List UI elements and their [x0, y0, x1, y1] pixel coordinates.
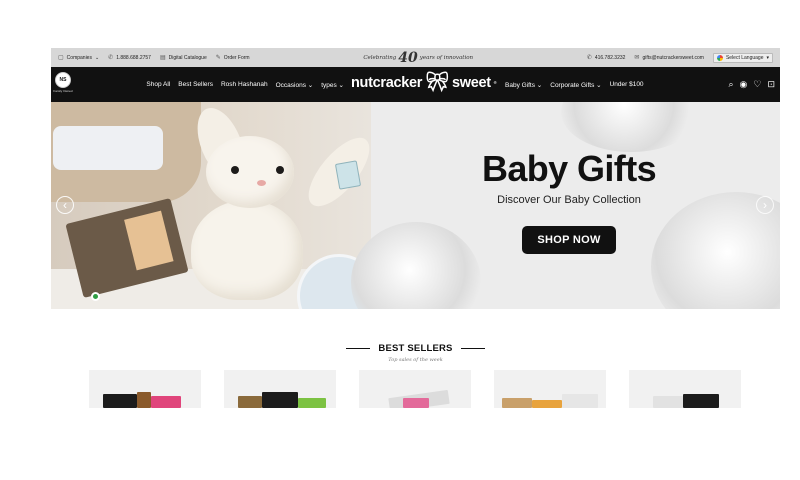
- product-image: [683, 394, 719, 408]
- best-sellers-subtitle: Top sales of the week: [388, 357, 443, 363]
- language-select[interactable]: Select Language ▾: [712, 52, 773, 63]
- companies-menu[interactable]: ▢ Companies ⌄: [58, 54, 100, 62]
- celebrating-text: Celebrating: [363, 54, 397, 61]
- catalogue-icon: ▤: [159, 55, 166, 61]
- email-link[interactable]: ✉ gifts@nutcrackersweet.com: [634, 54, 704, 62]
- bunny-eye-right: [276, 166, 284, 174]
- product-image: [532, 400, 562, 408]
- hero-content: Baby Gifts Discover Our Baby Collection …: [404, 148, 734, 254]
- logo-word-left: nutcracker: [351, 74, 423, 91]
- family-owned-badge[interactable]: NS: [55, 72, 71, 88]
- product-image: [262, 392, 298, 408]
- product-image: [137, 392, 151, 408]
- nav-icons: ⌕ ◉ ♡ ⊡: [728, 79, 775, 90]
- nav-left-menu: Shop All Best Sellers Rosh Hashanah Occa…: [146, 81, 344, 89]
- language-label: Select Language: [725, 54, 764, 61]
- product-image: [403, 398, 429, 408]
- divider: [460, 348, 485, 349]
- account-icon[interactable]: ◉: [740, 79, 748, 90]
- chevron-left-icon: ‹: [63, 198, 67, 212]
- bunny-ear-right: [298, 128, 371, 216]
- hero-banner[interactable]: Baby Gifts Discover Our Baby Collection …: [51, 102, 780, 309]
- nav-item-baby-gifts[interactable]: Baby Gifts ⌄: [505, 81, 542, 89]
- phone-number: 1.888.688.2757: [116, 54, 151, 61]
- cart-icon[interactable]: ⊡: [767, 79, 775, 90]
- best-sellers-title: BEST SELLERS: [378, 343, 453, 354]
- nav-item-shop-all[interactable]: Shop All: [146, 81, 170, 89]
- utility-bar: ▢ Companies ⌄ ✆ 1.888.688.2757 ▤ Digital Cat…: [51, 48, 780, 67]
- divider: [346, 348, 371, 349]
- nav-item-best-sellers[interactable]: Best Sellers: [178, 81, 213, 89]
- product-image: [151, 396, 181, 408]
- logo-word-right: sweet: [451, 74, 491, 91]
- building-icon: ▢: [58, 55, 64, 61]
- product-image: [562, 394, 598, 408]
- phone-icon: ✆: [586, 55, 592, 61]
- product-image: [103, 394, 137, 408]
- hero-subtitle: Discover Our Baby Collection: [497, 194, 641, 206]
- phone-right-number: 416.782.3232: [594, 54, 626, 61]
- nav-item-under-100[interactable]: Under $100: [610, 81, 644, 89]
- blanket-shape: [53, 126, 163, 170]
- phone-link[interactable]: ✆ 1.888.688.2757: [108, 54, 151, 62]
- product-card[interactable]: [494, 370, 606, 408]
- catalogue-label: Digital Catalogue: [168, 54, 207, 61]
- badge-caption: Family Owned: [53, 89, 73, 93]
- product-card[interactable]: [359, 370, 471, 408]
- browser-page: ▢ Companies ⌄ ✆ 1.888.688.2757 ▤ Digital Cat…: [51, 48, 780, 408]
- anniversary-badge: Celebrating 40 years of innovation: [363, 51, 473, 65]
- best-sellers-header: BEST SELLERS Top sales of the week: [51, 336, 780, 363]
- product-tag: [334, 160, 362, 190]
- hero-photo: [51, 102, 371, 309]
- green-dot-icon: [91, 292, 100, 301]
- nav-item-rosh-hashanah[interactable]: Rosh Hashanah: [221, 81, 268, 89]
- product-image: [298, 398, 326, 408]
- order-form-label: Order Form: [223, 54, 250, 61]
- registered-mark: ®: [493, 80, 497, 85]
- mail-icon: ✉: [634, 55, 640, 61]
- form-icon: ✎: [215, 55, 221, 61]
- product-image: [502, 398, 532, 408]
- badge-text: NS: [59, 77, 67, 83]
- slider-next-button[interactable]: ›: [756, 196, 774, 214]
- nav-item-occasions[interactable]: Occasions ⌄: [276, 81, 314, 89]
- google-icon: [716, 54, 723, 61]
- email-address: gifts@nutcrackersweet.com: [642, 54, 704, 61]
- chevron-down-icon: ⌄: [94, 54, 100, 61]
- shop-now-button[interactable]: SHOP NOW: [522, 226, 616, 254]
- product-row: [89, 370, 741, 408]
- product-image: [238, 396, 262, 408]
- innovation-text: years of innovation: [419, 54, 474, 61]
- bunny-nose: [257, 180, 266, 186]
- chevron-down-icon: ▾: [766, 54, 769, 61]
- companies-label: Companies: [66, 54, 92, 61]
- main-navigation: NS Family Owned Shop All Best Sellers Ro…: [51, 67, 780, 102]
- site-logo[interactable]: nutcracker 🎀︎ sweet ®: [351, 72, 497, 93]
- giraffe-card-shape: [124, 210, 174, 271]
- product-image: [653, 396, 683, 408]
- wishlist-icon[interactable]: ♡: [753, 79, 761, 90]
- digital-catalogue-link[interactable]: ▤ Digital Catalogue: [159, 54, 207, 62]
- product-card[interactable]: [224, 370, 336, 408]
- gift-bow-icon: 🎀︎: [425, 72, 449, 93]
- hero-title: Baby Gifts: [481, 148, 657, 189]
- nav-right-menu: Baby Gifts ⌄ Corporate Gifts ⌄ Under $10…: [505, 81, 644, 89]
- slider-prev-button[interactable]: ‹: [56, 196, 74, 214]
- bunny-body: [191, 200, 303, 300]
- product-card[interactable]: [89, 370, 201, 408]
- years-number: 40: [398, 49, 418, 66]
- chevron-right-icon: ›: [763, 198, 767, 212]
- best-sellers-title-row: BEST SELLERS: [346, 343, 485, 354]
- nav-item-types[interactable]: types ⌄: [321, 81, 344, 89]
- phone-right-link[interactable]: ✆ 416.782.3232: [586, 54, 626, 62]
- product-card[interactable]: [629, 370, 741, 408]
- order-form-link[interactable]: ✎ Order Form: [215, 54, 250, 62]
- cloud-decoration: [561, 102, 701, 152]
- bunny-eye-left: [231, 166, 239, 174]
- phone-icon: ✆: [108, 55, 114, 61]
- search-icon[interactable]: ⌕: [728, 79, 733, 90]
- nav-item-corporate-gifts[interactable]: Corporate Gifts ⌄: [550, 81, 601, 89]
